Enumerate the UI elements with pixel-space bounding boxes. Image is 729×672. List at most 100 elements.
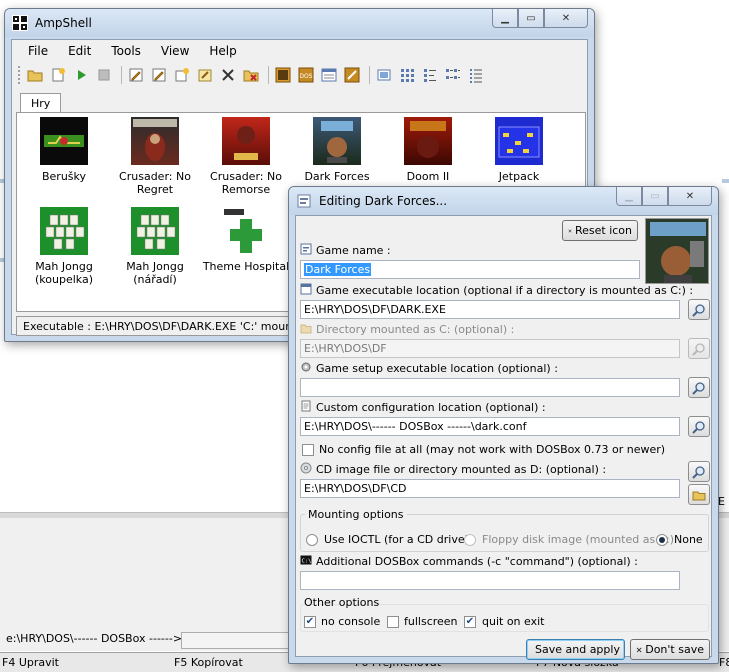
mount-ioctl-label: Use IOCTL (for a CD drive) [324, 533, 469, 546]
edit-game-button[interactable] [149, 65, 169, 85]
additional-commands-label: Additional DOSBox commands (-c "command"… [316, 555, 638, 568]
doom2-icon [404, 117, 452, 165]
game-item-crusader-no-regret[interactable]: Crusader: No Regret [110, 117, 200, 196]
run-setup-button[interactable] [94, 65, 114, 85]
dont-save-button[interactable]: Don't save [630, 639, 710, 660]
game-label: Berušky [41, 170, 87, 183]
background-command-input[interactable] [181, 632, 291, 649]
close-icon: ✕ [685, 190, 695, 202]
reset-icon-label: Reset icon [574, 224, 632, 237]
executable-browse-button[interactable] [688, 299, 710, 320]
fullscreen-checkbox[interactable] [387, 616, 399, 628]
additional-commands-field[interactable] [300, 571, 680, 590]
no-config-checkbox[interactable] [302, 444, 314, 456]
mount-none-radio[interactable] [656, 534, 668, 546]
save-and-apply-button[interactable]: Save and apply [526, 639, 625, 660]
setup-browse-button[interactable] [688, 377, 710, 398]
preferences-button[interactable] [342, 65, 362, 85]
dosbox-config-button[interactable]: DOS [296, 65, 316, 85]
edit-icon [152, 68, 166, 82]
menu-tools[interactable]: Tools [101, 44, 151, 58]
menu-edit[interactable]: Edit [58, 44, 101, 58]
cd-label: CD image file or directory mounted as D:… [316, 463, 607, 476]
game-item-theme-hospital[interactable]: Theme Hospital [201, 207, 291, 273]
close-icon [568, 228, 572, 233]
maximize-button[interactable]: ▭ [518, 9, 544, 28]
game-label: Mah Jongg (koupelka) [35, 260, 93, 286]
setup-executable-field[interactable] [300, 378, 680, 397]
game-label: Theme Hospital [202, 260, 290, 273]
mount-floppy-label: Floppy disk image (mounted as A:) [482, 533, 675, 546]
magnifier-icon [692, 381, 705, 395]
game-item-mahjongg-koupelka[interactable]: Mah Jongg (koupelka) [19, 207, 109, 286]
edit-game-dialog: Editing Dark Forces... ▁ ▭ ✕ Reset icon … [288, 186, 719, 664]
game-item-doom2[interactable]: Doom II [383, 117, 473, 183]
cd-browse-file-button[interactable] [688, 461, 710, 482]
reset-icon-button[interactable]: Reset icon [562, 220, 638, 241]
view-details-button[interactable] [466, 65, 486, 85]
edit-category-button[interactable] [126, 65, 146, 85]
view-small-icons-button[interactable] [397, 65, 417, 85]
game-cover-image[interactable] [645, 218, 709, 284]
run-dosbox-button[interactable] [273, 65, 293, 85]
fkey-f8[interactable]: F8 [719, 656, 729, 669]
menu-file[interactable]: File [18, 44, 58, 58]
directory-browse-button[interactable] [688, 338, 710, 359]
config-field[interactable]: E:\HRY\DOS\------ DOSBox ------\dark.con… [300, 417, 680, 436]
ampshell-titlebar[interactable]: AmpShell ▁ ▭ ✕ [5, 9, 594, 37]
dark-forces-icon [313, 117, 361, 165]
game-item-jetpack[interactable]: Jetpack [474, 117, 564, 183]
executable-field[interactable]: E:\HRY\DOS\DF\DARK.EXE [300, 300, 680, 319]
dialog-close-button[interactable]: ✕ [668, 187, 712, 206]
tab-hry[interactable]: Hry [20, 93, 62, 113]
new-game-button[interactable] [48, 65, 68, 85]
game-item-dark-forces[interactable]: Dark Forces [292, 117, 382, 183]
mount-floppy-radio[interactable] [464, 534, 476, 546]
view-tiles-button[interactable] [443, 65, 463, 85]
game-name-field[interactable]: Dark Forces [300, 260, 640, 279]
game-item-berusky[interactable]: Berušky [19, 117, 109, 183]
cd-field[interactable]: E:\HRY\DOS\DF\CD [300, 479, 680, 498]
directory-field[interactable]: E:\HRY\DOS\DF [300, 339, 680, 358]
dialog-title: Editing Dark Forces... [319, 194, 448, 208]
edit-default-button[interactable] [195, 65, 215, 85]
quit-on-exit-label: quit on exit [482, 615, 545, 628]
dialog-maximize-button[interactable]: ▭ [642, 187, 668, 206]
quit-on-exit-checkbox[interactable]: ✔ [464, 616, 476, 628]
maximize-icon: ▭ [650, 190, 660, 202]
setup-executable-label: Game setup executable location (optional… [316, 362, 558, 375]
delete-all-button[interactable] [241, 65, 261, 85]
dialog-client-area: Reset icon Game name : Dark Forces Game … [295, 215, 712, 660]
menu-help[interactable]: Help [199, 44, 246, 58]
dosbox-lang-button[interactable] [319, 65, 339, 85]
new-category-button[interactable] [25, 65, 45, 85]
toolbar: DOS [12, 62, 587, 88]
delete-button[interactable] [218, 65, 238, 85]
dialog-minimize-button[interactable]: ▁ [616, 187, 642, 206]
view-large-icons-button[interactable] [374, 65, 394, 85]
cd-browse-folder-button[interactable] [688, 484, 710, 505]
mount-ioctl-radio[interactable] [306, 534, 318, 546]
config-browse-button[interactable] [688, 416, 710, 437]
window-title: AmpShell [35, 16, 92, 30]
fkey-f5-copy[interactable]: F5 Kopírovat [174, 656, 243, 669]
fkey-f4-edit[interactable]: F4 Upravit [2, 656, 59, 669]
game-item-mahjongg-naradi[interactable]: Mah Jongg (nářadí) [110, 207, 200, 286]
delete-icon [222, 69, 234, 81]
dialog-titlebar[interactable]: Editing Dark Forces... ▁ ▭ ✕ [289, 187, 718, 215]
game-label: Doom II [406, 170, 450, 183]
minimize-button[interactable]: ▁ [492, 9, 518, 28]
toolbar-grip[interactable] [18, 66, 21, 84]
run-game-button[interactable] [71, 65, 91, 85]
edit-selected-button[interactable] [172, 65, 192, 85]
view-list-button[interactable] [420, 65, 440, 85]
close-button[interactable]: ✕ [544, 9, 588, 28]
game-item-crusader-no-remorse[interactable]: Crusader: No Remorse [201, 117, 291, 196]
magnifier-icon [692, 303, 705, 317]
no-console-checkbox[interactable]: ✔ [304, 616, 316, 628]
svg-text:DOS: DOS [299, 73, 312, 80]
mounting-options-title: Mounting options [305, 508, 407, 521]
menu-view[interactable]: View [151, 44, 199, 58]
game-name-icon [300, 243, 312, 255]
edit-icon [129, 68, 143, 82]
